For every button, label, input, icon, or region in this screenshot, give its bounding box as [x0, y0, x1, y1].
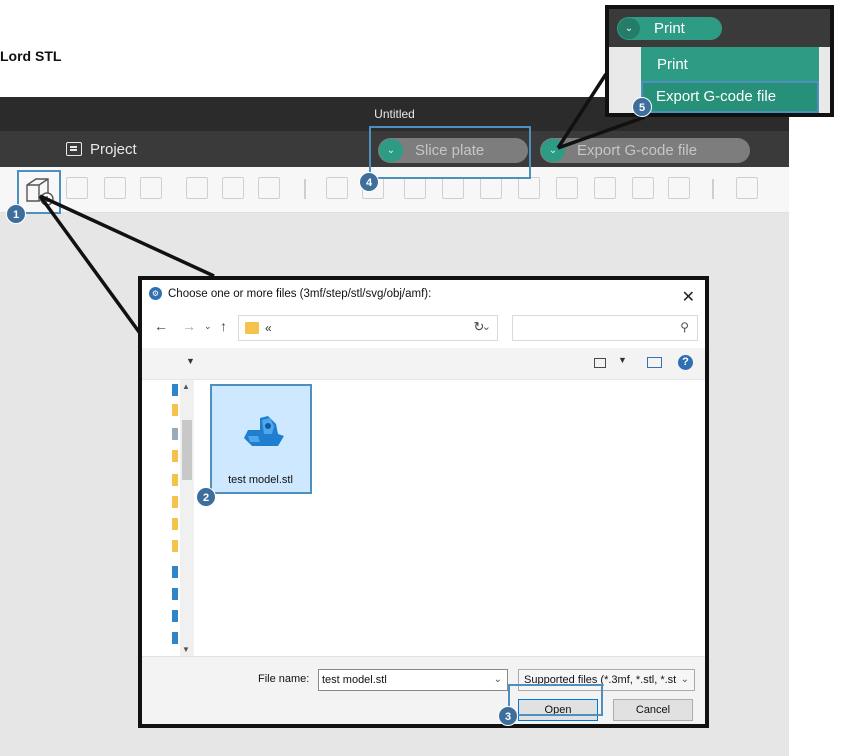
folder-icon[interactable]: [172, 474, 178, 486]
refresh-icon[interactable]: ↻: [466, 315, 492, 341]
folder-icon[interactable]: [172, 540, 178, 552]
help-icon[interactable]: ?: [678, 355, 693, 370]
arrange-icon[interactable]: [140, 177, 162, 199]
assembly-icon[interactable]: [736, 177, 758, 199]
copy-icon[interactable]: [186, 177, 208, 199]
auto-orient-icon[interactable]: [104, 177, 126, 199]
file-item[interactable]: test model.stl: [210, 384, 312, 494]
this-pc-icon[interactable]: [172, 566, 178, 578]
dialog-footer: File name: test model.stl ⌄ Supported fi…: [142, 656, 705, 724]
up-arrow-icon[interactable]: ↑: [220, 318, 227, 334]
support-paint-icon[interactable]: [594, 177, 616, 199]
seam-paint-icon[interactable]: [632, 177, 654, 199]
open-file-dialog: ⚙ Choose one or more files (3mf/step/stl…: [138, 276, 709, 728]
export-gcode-button[interactable]: ⌄ Export G-code file: [540, 138, 750, 163]
preview-pane-icon[interactable]: [647, 357, 662, 368]
layers-icon[interactable]: [258, 177, 280, 199]
project-icon: [66, 142, 82, 156]
quick-access-icon[interactable]: [172, 384, 178, 396]
file-name-label: test model.stl: [228, 474, 293, 486]
menu-item-export-gcode[interactable]: Export G-code file: [641, 81, 819, 113]
folder-icon[interactable]: [172, 496, 178, 508]
view-mode-icon[interactable]: [594, 358, 606, 368]
dialog-nav-row: ← → ⌄ ↑ « ⌄ ↻ ⚲: [142, 308, 705, 348]
add-plate-icon[interactable]: [66, 177, 88, 199]
file-name-input[interactable]: test model.stl ⌄: [318, 669, 508, 691]
export-gcode-label: Export G-code file: [577, 142, 698, 159]
address-bar[interactable]: « ⌄: [238, 315, 498, 341]
network-icon[interactable]: [172, 610, 178, 622]
move-icon[interactable]: [326, 177, 348, 199]
chevron-down-icon[interactable]: ⌄: [541, 139, 565, 162]
lay-on-face-icon[interactable]: [442, 177, 464, 199]
dialog-titlebar: ⚙ Choose one or more files (3mf/step/stl…: [142, 280, 705, 308]
file-name-value: test model.stl: [322, 674, 387, 686]
paste-icon[interactable]: [222, 177, 244, 199]
project-tab[interactable]: Project: [66, 137, 137, 161]
print-button-label: Print: [654, 20, 685, 37]
drive-icon[interactable]: [172, 632, 178, 644]
dialog-command-bar: ▼ ▼ ?: [142, 348, 705, 380]
chevron-down-icon[interactable]: ⌄: [494, 670, 502, 690]
slice-plate-highlight: [369, 126, 531, 179]
folder-icon[interactable]: [172, 450, 178, 462]
folder-icon: [245, 322, 259, 334]
cut-icon[interactable]: [480, 177, 502, 199]
file-name-field-label: File name:: [258, 673, 310, 685]
toolbar-divider: [712, 179, 714, 199]
dialog-title: Choose one or more files (3mf/step/stl/s…: [168, 288, 432, 300]
step-badge: 3: [498, 706, 518, 726]
back-arrow-icon[interactable]: ←: [154, 318, 168, 334]
project-label: Project: [90, 140, 137, 158]
recycle-icon[interactable]: [172, 428, 178, 440]
step-badge: 2: [196, 487, 216, 507]
recent-dropdown-icon[interactable]: ⌄: [204, 321, 212, 332]
scroll-thumb[interactable]: [182, 420, 192, 480]
scroll-up-icon[interactable]: ▲: [182, 382, 190, 391]
step-badge: 5: [632, 97, 652, 117]
chevron-down-icon[interactable]: ⌄: [618, 18, 640, 39]
navigation-pane: ▲ ▼: [142, 380, 194, 656]
nav-scrollbar[interactable]: ▲ ▼: [180, 380, 194, 656]
scroll-down-icon[interactable]: ▼: [182, 645, 190, 654]
file-list: test model.stl: [194, 380, 705, 656]
print-button[interactable]: ⌄ Print: [617, 17, 722, 40]
forward-arrow-icon[interactable]: →: [182, 318, 196, 334]
view-dropdown-icon[interactable]: ▼: [618, 355, 627, 365]
folder-icon[interactable]: [172, 404, 178, 416]
folder-icon[interactable]: [172, 518, 178, 530]
chevron-down-icon[interactable]: ⌄: [678, 670, 689, 690]
onedrive-icon[interactable]: [172, 588, 178, 600]
open-button-highlight: [508, 684, 603, 716]
organize-dropdown-icon[interactable]: ▼: [186, 356, 195, 366]
app-logo-icon: ⚙: [149, 287, 162, 300]
boolean-icon[interactable]: [556, 177, 578, 199]
print-menu: Print Export G-code file: [641, 47, 819, 113]
menu-item-print[interactable]: Print: [641, 49, 819, 80]
search-input[interactable]: ⚲: [512, 315, 698, 341]
cancel-button[interactable]: Cancel: [613, 699, 693, 721]
address-crumb: «: [265, 321, 272, 335]
stl-model-thumbnail: [244, 416, 284, 446]
split-icon[interactable]: [518, 177, 540, 199]
text-icon[interactable]: [668, 177, 690, 199]
search-icon: ⚲: [680, 320, 689, 334]
scale-icon[interactable]: [404, 177, 426, 199]
print-bar: ⌄ Print: [609, 9, 830, 47]
step-badge: 4: [359, 172, 379, 192]
page-heading: Lord STL: [0, 48, 62, 64]
toolbar-divider: [304, 179, 306, 199]
step-badge: 1: [6, 204, 26, 224]
